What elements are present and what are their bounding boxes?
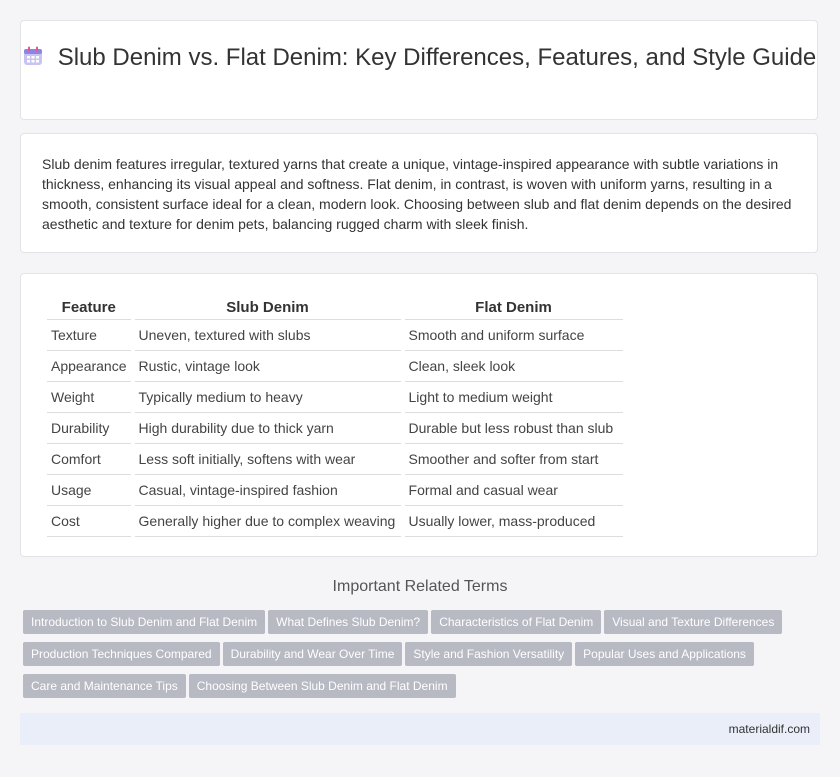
header-feature: Feature: [47, 295, 131, 320]
table-header-row: Feature Slub Denim Flat Denim: [47, 295, 623, 320]
footer-site-name: materialdif.com: [728, 722, 810, 736]
table-cell: Smooth and uniform surface: [404, 320, 623, 351]
calendar-icon: [23, 46, 42, 65]
table-cell: Smoother and softer from start: [404, 444, 623, 475]
footer: materialdif.com: [20, 713, 820, 745]
table-cell: Comfort: [47, 444, 131, 475]
related-term-link[interactable]: Choosing Between Slub Denim and Flat Den…: [188, 674, 456, 698]
intro-card: Slub denim features irregular, textured …: [20, 133, 818, 253]
title-card: Slub Denim vs. Flat Denim: Key Differenc…: [20, 20, 818, 120]
table-row: Comfort Less soft initially, softens wit…: [47, 444, 623, 475]
related-term-link[interactable]: Visual and Texture Differences: [604, 610, 783, 634]
table-cell: Cost: [47, 506, 131, 537]
table-cell: Rustic, vintage look: [134, 351, 401, 382]
table-row: Appearance Rustic, vintage look Clean, s…: [47, 351, 623, 382]
table-cell: Usage: [47, 475, 131, 506]
page-title: Slub Denim vs. Flat Denim: Key Differenc…: [57, 44, 817, 71]
related-term-link[interactable]: Production Techniques Compared: [23, 642, 220, 666]
related-term-link[interactable]: Durability and Wear Over Time: [222, 642, 403, 666]
related-terms-title: Important Related Terms: [332, 578, 508, 595]
header-slub: Slub Denim: [134, 295, 401, 320]
intro-paragraph: Slub denim features irregular, textured …: [42, 156, 792, 232]
header-flat: Flat Denim: [404, 295, 623, 320]
table-cell: High durability due to thick yarn: [134, 413, 401, 444]
table-cell: Durability: [47, 413, 131, 444]
table-row: Weight Typically medium to heavy Light t…: [47, 382, 623, 413]
table-cell: Light to medium weight: [404, 382, 623, 413]
related-term-link[interactable]: What Defines Slub Denim?: [268, 610, 429, 634]
related-term-link[interactable]: Popular Uses and Applications: [575, 642, 754, 666]
related-terms-list: Introduction to Slub Denim and Flat Deni…: [23, 610, 803, 706]
table-cell: Durable but less robust than slub: [404, 413, 623, 444]
table-cell: Weight: [47, 382, 131, 413]
table-row: Cost Generally higher due to complex wea…: [47, 506, 623, 537]
table-cell: Typically medium to heavy: [134, 382, 401, 413]
table-cell: Texture: [47, 320, 131, 351]
table-cell: Casual, vintage-inspired fashion: [134, 475, 401, 506]
related-term-link[interactable]: Characteristics of Flat Denim: [431, 610, 602, 634]
table-row: Durability High durability due to thick …: [47, 413, 623, 444]
related-term-link[interactable]: Introduction to Slub Denim and Flat Deni…: [23, 610, 266, 634]
table-cell: Generally higher due to complex weaving: [134, 506, 401, 537]
related-term-link[interactable]: Care and Maintenance Tips: [23, 674, 186, 698]
page-title-block: Slub Denim vs. Flat Denim: Key Differenc…: [21, 43, 817, 72]
comparison-card: Feature Slub Denim Flat Denim Texture Un…: [20, 273, 818, 557]
table-cell: Formal and casual wear: [404, 475, 623, 506]
table-cell: Uneven, textured with slubs: [134, 320, 401, 351]
table-cell: Clean, sleek look: [404, 351, 623, 382]
comparison-table: Feature Slub Denim Flat Denim Texture Un…: [43, 295, 627, 537]
related-term-link[interactable]: Style and Fashion Versatility: [405, 642, 573, 666]
table-row: Texture Uneven, textured with slubs Smoo…: [47, 320, 623, 351]
table-cell: Appearance: [47, 351, 131, 382]
table-cell: Usually lower, mass-produced: [404, 506, 623, 537]
table-row: Usage Casual, vintage-inspired fashion F…: [47, 475, 623, 506]
table-cell: Less soft initially, softens with wear: [134, 444, 401, 475]
